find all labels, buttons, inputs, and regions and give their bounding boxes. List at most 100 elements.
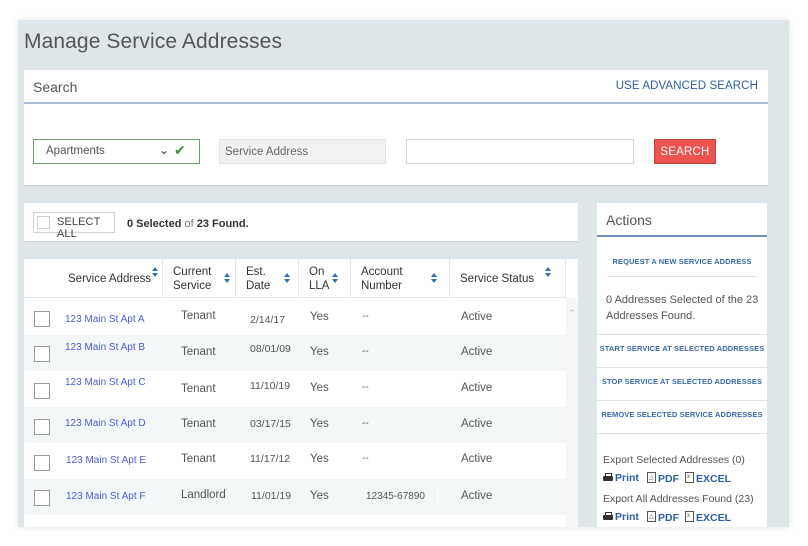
est-date-cell: 11/01/19 <box>251 490 292 502</box>
selection-bar: SELECT ALL 0 Selected of 23 Found. <box>24 203 578 242</box>
request-new-address-link[interactable]: REQUEST A NEW SERVICE ADDRESS <box>597 257 767 266</box>
divider <box>597 334 767 335</box>
on-lla-cell: Yes <box>310 311 329 323</box>
sort-icon <box>545 267 552 279</box>
table-scrollbar[interactable]: ⌃ <box>566 298 578 527</box>
row-checkbox[interactable] <box>34 490 50 506</box>
column-header-service-address[interactable]: Service Address <box>24 259 163 298</box>
row-checkbox[interactable] <box>34 311 50 327</box>
actions-panel: Actions REQUEST A NEW SERVICE ADDRESS 0 … <box>597 203 767 527</box>
export-selected-label: Export Selected Addresses (0) <box>603 454 745 466</box>
column-header-label: Service Address <box>68 273 152 285</box>
column-header-label: On <box>309 266 325 278</box>
column-header-label: Service Status <box>460 273 535 285</box>
column-header-current-service[interactable]: Current Service <box>163 259 236 298</box>
table-row: 123 Main St Apt A Tenant 2/14/17 Yes -- … <box>24 299 566 335</box>
sort-icon <box>332 273 339 285</box>
divider <box>597 400 767 401</box>
current-service-cell: Tenant <box>181 310 216 322</box>
export-all-print-button[interactable]: Print <box>603 511 639 523</box>
row-checkbox[interactable] <box>34 346 50 362</box>
selected-count: 0 Selected <box>127 218 182 230</box>
service-status-cell: Active <box>461 490 493 502</box>
column-header-est-date[interactable]: Est. Date <box>236 259 299 298</box>
addresses-table: Service Address Current Service Est. Dat… <box>24 259 578 527</box>
est-date-cell: 03/17/15 <box>250 418 291 430</box>
of-word: of <box>184 218 194 230</box>
on-lla-cell: Yes <box>310 382 329 394</box>
select-all-label: SELECT ALL <box>57 216 101 240</box>
sort-icon <box>284 273 291 285</box>
account-number-cell: -- <box>362 418 369 429</box>
current-service-cell: Tenant <box>181 453 216 465</box>
printer-icon <box>603 512 613 521</box>
row-checkbox[interactable] <box>34 383 50 399</box>
account-number-cell: -- <box>362 346 369 357</box>
excel-file-icon: x <box>685 511 694 522</box>
divider <box>597 433 767 434</box>
advanced-search-link[interactable]: USE ADVANCED SEARCH <box>616 80 758 92</box>
service-status-cell: Active <box>461 311 493 323</box>
remove-selected-link[interactable]: REMOVE SELECTED SERVICE ADDRESSES <box>597 410 767 419</box>
service-address-link[interactable]: 123 Main St Apt A <box>65 314 145 325</box>
scroll-up-icon[interactable]: ⌃ <box>568 308 576 319</box>
start-service-link[interactable]: START SERVICE AT SELECTED ADDRESSES <box>597 344 767 353</box>
current-service-cell: Tenant <box>181 383 216 395</box>
excel-file-icon: x <box>685 472 694 483</box>
export-all-label: Export All Addresses Found (23) <box>603 493 754 505</box>
search-panel: Search USE ADVANCED SEARCH Apartments ⌄ … <box>24 70 768 186</box>
app-frame: Manage Service Addresses Search USE ADVA… <box>18 20 789 527</box>
check-icon: ✔ <box>174 142 186 158</box>
row-checkbox[interactable] <box>34 455 50 471</box>
export-all-pdf-button[interactable]: △ PDF <box>647 511 679 524</box>
column-header-service-status[interactable]: Service Status <box>450 259 566 298</box>
current-service-cell: Tenant <box>181 418 216 430</box>
service-status-cell: Active <box>461 346 493 358</box>
search-field-label: Service Address <box>219 139 386 164</box>
column-header-on-lla[interactable]: On LLA <box>299 259 351 298</box>
on-lla-cell: Yes <box>310 346 329 358</box>
column-header-account-number[interactable]: Account Number <box>351 259 450 298</box>
search-field-label-text: Service Address <box>225 146 309 158</box>
on-lla-cell: Yes <box>310 490 329 502</box>
account-number-cell: -- <box>362 382 369 393</box>
row-checkbox[interactable] <box>34 419 50 435</box>
stop-service-link[interactable]: STOP SERVICE AT SELECTED ADDRESSES <box>597 377 767 386</box>
print-label: Print <box>615 472 639 484</box>
page-title: Manage Service Addresses <box>24 30 283 53</box>
column-header-label: Current <box>173 266 212 278</box>
account-number-cell: 12345-67890 <box>366 491 425 502</box>
actions-header: Actions <box>597 203 767 237</box>
export-selected-excel-button[interactable]: x EXCEL <box>685 472 731 485</box>
service-address-link[interactable]: 123 Main St Apt C <box>65 377 146 388</box>
search-button[interactable]: SEARCH <box>654 139 716 164</box>
sort-icon <box>224 273 231 285</box>
est-date-cell: 11/10/19 <box>250 380 291 392</box>
service-address-link[interactable]: 123 Main St Apt E <box>66 455 146 466</box>
search-input[interactable] <box>406 139 634 164</box>
service-address-link[interactable]: 123 Main St Apt D <box>65 418 146 429</box>
column-header-label: Number <box>361 280 402 292</box>
print-label: Print <box>615 511 639 523</box>
printer-icon <box>603 473 613 482</box>
service-address-link[interactable]: 123 Main St Apt F <box>66 491 146 502</box>
address-type-select[interactable]: Apartments ⌄ ✔ <box>33 139 200 164</box>
selection-count: 0 Selected of 23 Found. <box>127 218 249 230</box>
select-all-checkbox[interactable]: SELECT ALL <box>33 212 115 240</box>
chevron-down-icon: ⌄ <box>159 143 170 157</box>
export-selected-pdf-button[interactable]: △ PDF <box>647 472 679 485</box>
pdf-label: PDF <box>658 473 679 485</box>
column-header-label: Est. <box>246 266 266 278</box>
service-status-cell: Active <box>461 382 493 394</box>
excel-label: EXCEL <box>696 473 732 485</box>
est-date-cell: 2/14/17 <box>250 314 286 326</box>
est-date-cell: 11/17/12 <box>250 453 291 465</box>
service-address-link[interactable]: 123 Main St Apt B <box>65 342 145 353</box>
divider <box>597 367 767 368</box>
export-all-excel-button[interactable]: x EXCEL <box>685 511 731 524</box>
on-lla-cell: Yes <box>310 453 329 465</box>
export-selected-print-button[interactable]: Print <box>603 472 639 484</box>
found-count: 23 Found. <box>196 218 249 230</box>
search-panel-title: Search <box>33 79 78 95</box>
est-date-cell: 08/01/09 <box>250 343 291 355</box>
